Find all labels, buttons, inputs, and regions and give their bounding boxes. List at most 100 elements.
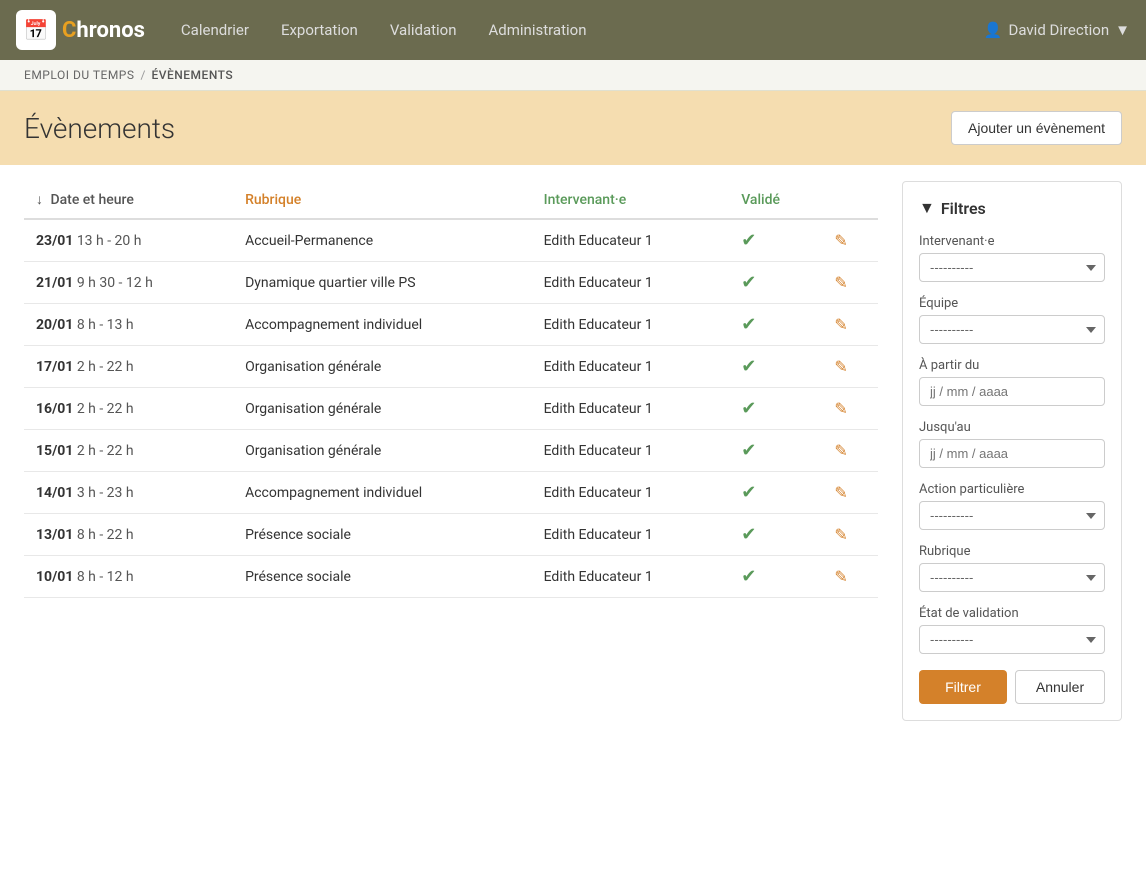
filter-intervenant: Intervenant·e ---------- xyxy=(919,234,1105,282)
cell-valide: ✔ xyxy=(729,514,822,556)
check-icon: ✔ xyxy=(741,314,756,335)
cell-intervenant: Edith Educateur 1 xyxy=(532,514,730,556)
table-row: 15/01 2 h - 22 h Organisation générale E… xyxy=(24,430,878,472)
user-name: David Direction xyxy=(1009,21,1110,39)
filter-etat-validation: État de validation ---------- xyxy=(919,606,1105,654)
check-icon: ✔ xyxy=(741,398,756,419)
brand-logo[interactable]: 📅 Chronos xyxy=(16,10,145,50)
col-header-date[interactable]: ↓ Date et heure xyxy=(24,181,233,219)
cell-date: 21/01 9 h 30 - 12 h xyxy=(24,262,233,304)
table-header-row: ↓ Date et heure Rubrique Intervenant·e V… xyxy=(24,181,878,219)
chevron-down-icon: ▼ xyxy=(1115,21,1130,39)
filter-intervenant-label: Intervenant·e xyxy=(919,234,1105,249)
main-content: ↓ Date et heure Rubrique Intervenant·e V… xyxy=(0,165,1146,737)
navbar: 📅 Chronos Calendrier Exportation Validat… xyxy=(0,0,1146,60)
edit-icon[interactable]: ✎ xyxy=(834,399,847,418)
filter-cancel-button[interactable]: Annuler xyxy=(1015,670,1105,704)
date-time: 8 h - 13 h xyxy=(77,317,134,333)
funnel-icon: ▼ xyxy=(919,198,935,218)
date-time: 2 h - 22 h xyxy=(77,359,134,375)
edit-icon[interactable]: ✎ xyxy=(834,315,847,334)
filter-action-particuliere: Action particulière ---------- xyxy=(919,482,1105,530)
edit-icon[interactable]: ✎ xyxy=(834,483,847,502)
table-row: 20/01 8 h - 13 h Accompagnement individu… xyxy=(24,304,878,346)
cell-actions: ✎ xyxy=(822,556,878,598)
breadcrumb-separator: / xyxy=(141,68,146,82)
filter-equipe-select[interactable]: ---------- xyxy=(919,315,1105,344)
filter-rubrique-select[interactable]: ---------- xyxy=(919,563,1105,592)
cell-rubrique: Présence sociale xyxy=(233,514,532,556)
edit-icon[interactable]: ✎ xyxy=(834,231,847,250)
check-icon: ✔ xyxy=(741,566,756,587)
table-row: 21/01 9 h 30 - 12 h Dynamique quartier v… xyxy=(24,262,878,304)
filter-sidebar: ▼ Filtres Intervenant·e ---------- Équip… xyxy=(902,181,1122,721)
filter-action-label: Action particulière xyxy=(919,482,1105,497)
filter-date-from: À partir du xyxy=(919,358,1105,406)
check-icon: ✔ xyxy=(741,440,756,461)
filter-buttons: Filtrer Annuler xyxy=(919,670,1105,704)
page-header: Évènements Ajouter un évènement xyxy=(0,91,1146,165)
cell-actions: ✎ xyxy=(822,430,878,472)
date-time: 2 h - 22 h xyxy=(77,443,134,459)
filter-date-to-input[interactable] xyxy=(919,439,1105,468)
cell-rubrique: Présence sociale xyxy=(233,556,532,598)
filter-intervenant-select[interactable]: ---------- xyxy=(919,253,1105,282)
filter-etat-select[interactable]: ---------- xyxy=(919,625,1105,654)
check-icon: ✔ xyxy=(741,524,756,545)
table-row: 23/01 13 h - 20 h Accueil-Permanence Edi… xyxy=(24,219,878,262)
filter-rubrique-label: Rubrique xyxy=(919,544,1105,559)
cell-actions: ✎ xyxy=(822,262,878,304)
cell-date: 13/01 8 h - 22 h xyxy=(24,514,233,556)
events-table: ↓ Date et heure Rubrique Intervenant·e V… xyxy=(24,181,878,598)
nav-exportation[interactable]: Exportation xyxy=(269,13,370,47)
cell-actions: ✎ xyxy=(822,304,878,346)
filter-submit-button[interactable]: Filtrer xyxy=(919,670,1007,704)
cell-date: 20/01 8 h - 13 h xyxy=(24,304,233,346)
breadcrumb-parent[interactable]: EMPLOI DU TEMPS xyxy=(24,68,135,82)
cell-valide: ✔ xyxy=(729,388,822,430)
filter-action-select[interactable]: ---------- xyxy=(919,501,1105,530)
check-icon: ✔ xyxy=(741,482,756,503)
filter-date-from-input[interactable] xyxy=(919,377,1105,406)
col-header-intervenant[interactable]: Intervenant·e xyxy=(532,181,730,219)
filter-date-to: Jusqu'au xyxy=(919,420,1105,468)
page-title: Évènements xyxy=(24,112,175,145)
table-row: 10/01 8 h - 12 h Présence sociale Edith … xyxy=(24,556,878,598)
cell-intervenant: Edith Educateur 1 xyxy=(532,430,730,472)
cell-actions: ✎ xyxy=(822,472,878,514)
edit-icon[interactable]: ✎ xyxy=(834,441,847,460)
nav-administration[interactable]: Administration xyxy=(477,13,599,47)
cell-date: 14/01 3 h - 23 h xyxy=(24,472,233,514)
add-event-button[interactable]: Ajouter un évènement xyxy=(951,111,1122,145)
cell-rubrique: Accompagnement individuel xyxy=(233,472,532,514)
table-row: 13/01 8 h - 22 h Présence sociale Edith … xyxy=(24,514,878,556)
cell-rubrique: Organisation générale xyxy=(233,346,532,388)
cell-date: 15/01 2 h - 22 h xyxy=(24,430,233,472)
brand-icon: 📅 xyxy=(16,10,56,50)
cell-valide: ✔ xyxy=(729,556,822,598)
edit-icon[interactable]: ✎ xyxy=(834,525,847,544)
table-row: 17/01 2 h - 22 h Organisation générale E… xyxy=(24,346,878,388)
check-icon: ✔ xyxy=(741,356,756,377)
edit-icon[interactable]: ✎ xyxy=(834,567,847,586)
cell-date: 16/01 2 h - 22 h xyxy=(24,388,233,430)
cell-valide: ✔ xyxy=(729,219,822,262)
cell-actions: ✎ xyxy=(822,346,878,388)
date-day: 13/01 xyxy=(36,527,73,543)
date-time: 3 h - 23 h xyxy=(77,485,134,501)
date-day: 10/01 xyxy=(36,569,73,585)
breadcrumb: EMPLOI DU TEMPS / ÉVÈNEMENTS xyxy=(0,60,1146,91)
nav-validation[interactable]: Validation xyxy=(378,13,469,47)
col-header-rubrique[interactable]: Rubrique xyxy=(233,181,532,219)
cell-intervenant: Edith Educateur 1 xyxy=(532,388,730,430)
edit-icon[interactable]: ✎ xyxy=(834,273,847,292)
cell-actions: ✎ xyxy=(822,388,878,430)
cell-valide: ✔ xyxy=(729,472,822,514)
filter-equipe-label: Équipe xyxy=(919,296,1105,311)
nav-calendrier[interactable]: Calendrier xyxy=(169,13,261,47)
cell-intervenant: Edith Educateur 1 xyxy=(532,304,730,346)
filter-title: ▼ Filtres xyxy=(919,198,1105,218)
edit-icon[interactable]: ✎ xyxy=(834,357,847,376)
col-header-valide[interactable]: Validé xyxy=(729,181,822,219)
user-menu[interactable]: 👤 David Direction ▼ xyxy=(984,21,1130,39)
